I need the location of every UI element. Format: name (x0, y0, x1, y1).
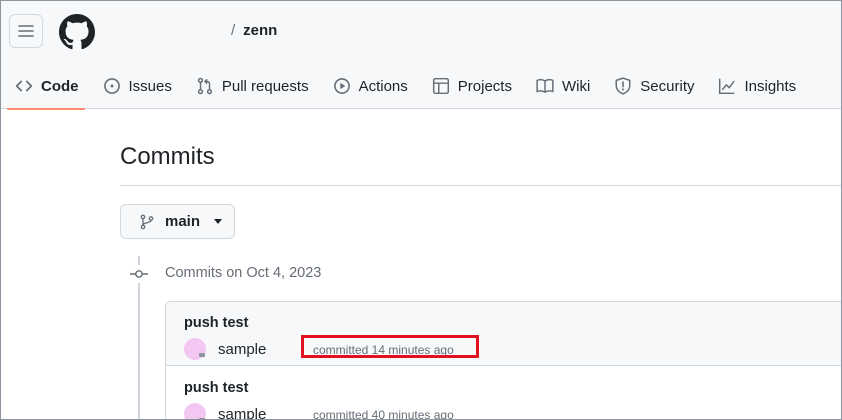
page-title: Commits (120, 143, 215, 170)
tab-actions-label: Actions (358, 77, 408, 95)
tab-projects[interactable]: Projects (420, 63, 524, 109)
browser-frame: / zenn Code Issues Pull requests Actions (0, 0, 842, 420)
tab-wiki-label: Wiki (561, 77, 591, 95)
code-icon (15, 80, 33, 92)
repo-name-link[interactable]: zenn (243, 22, 277, 39)
play-icon (333, 78, 350, 94)
tab-issues-label: Issues (128, 77, 172, 95)
tab-insights-label: Insights (744, 77, 797, 95)
commit-row: push test sample committed 40 minutes ag… (166, 367, 841, 420)
graph-icon (719, 78, 735, 95)
commit-author-link[interactable]: sample (218, 341, 266, 358)
tab-pull-requests[interactable]: Pull requests (184, 63, 321, 109)
branch-selector-button[interactable]: main (120, 204, 235, 239)
tab-issues[interactable]: Issues (91, 63, 184, 109)
repo-header: / zenn Code Issues Pull requests Actions (1, 1, 841, 110)
tab-security-label: Security (640, 77, 695, 95)
tab-pull-requests-label: Pull requests (221, 77, 309, 95)
table-icon (432, 77, 449, 95)
git-commit-icon (129, 265, 149, 283)
commit-message-link[interactable]: push test (184, 315, 248, 331)
highlight-annotation-box (301, 335, 479, 358)
tab-code-label: Code (41, 77, 79, 95)
shield-icon (615, 77, 631, 95)
tab-projects-label: Projects (457, 77, 512, 95)
repo-tabs: Code Issues Pull requests Actions Projec… (1, 63, 808, 110)
github-logo-icon[interactable] (59, 14, 95, 50)
commit-message-link[interactable]: push test (184, 380, 248, 396)
commit-group-date: Commits on Oct 4, 2023 (165, 265, 322, 281)
chevron-down-icon (214, 219, 223, 224)
avatar[interactable] (184, 403, 206, 419)
issue-opened-icon (103, 78, 120, 94)
title-divider (120, 185, 841, 186)
hamburger-menu-button[interactable] (9, 14, 43, 48)
commit-row: push test sample committed 14 minutes ag… (166, 302, 841, 366)
commit-list: push test sample committed 14 minutes ag… (165, 301, 841, 420)
commit-author-link[interactable]: sample (218, 406, 266, 419)
book-icon (536, 78, 554, 93)
repo-breadcrumb: / zenn (231, 22, 277, 39)
git-pull-request-icon (197, 77, 213, 95)
breadcrumb-separator: / (231, 22, 236, 39)
avatar[interactable] (184, 338, 206, 360)
tab-wiki[interactable]: Wiki (524, 63, 602, 109)
hamburger-icon (18, 25, 34, 37)
tab-actions[interactable]: Actions (321, 63, 420, 109)
tab-insights[interactable]: Insights (706, 63, 808, 109)
branch-name: main (165, 213, 201, 230)
commit-time: committed 40 minutes ago (313, 408, 454, 420)
git-branch-icon (140, 214, 154, 229)
tab-code[interactable]: Code (1, 63, 91, 110)
tab-security[interactable]: Security (602, 63, 706, 109)
